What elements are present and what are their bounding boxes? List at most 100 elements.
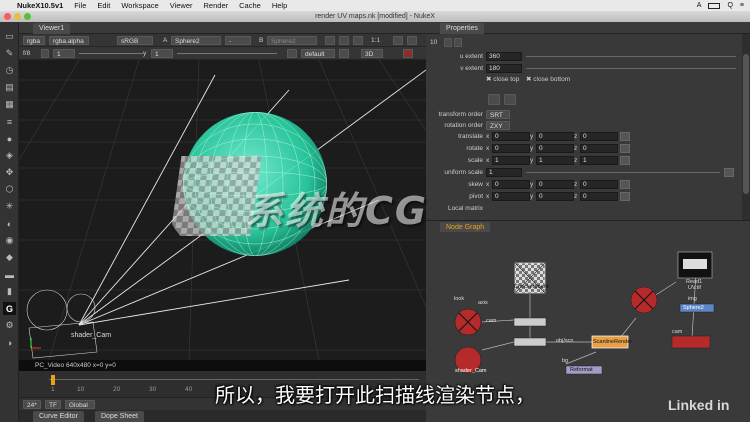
clip-warning-icon[interactable] bbox=[287, 49, 297, 58]
tab-curve-editor[interactable]: Curve Editor bbox=[33, 411, 84, 422]
translate-anim-button[interactable] bbox=[620, 132, 630, 141]
axis-handle-icon[interactable] bbox=[504, 94, 516, 105]
pause-icon[interactable] bbox=[403, 49, 413, 58]
u-extent-slider[interactable] bbox=[526, 56, 736, 57]
particles-tool-icon[interactable]: ✳ bbox=[3, 200, 16, 213]
gain-icon[interactable] bbox=[41, 49, 49, 58]
metadata-tool-icon[interactable]: ◆ bbox=[3, 251, 16, 264]
pivot-x[interactable]: 0 bbox=[492, 192, 530, 201]
gizmo-tool-icon[interactable]: G bbox=[3, 302, 16, 315]
merge-tool-icon[interactable]: ◈ bbox=[3, 149, 16, 162]
gamma-field[interactable]: 1 bbox=[151, 49, 173, 58]
zoom-window-button[interactable] bbox=[24, 13, 31, 20]
status-icon-a[interactable]: A bbox=[697, 2, 702, 9]
fstop-label[interactable]: f/8 bbox=[23, 49, 30, 58]
menu-workspace[interactable]: Workspace bbox=[121, 1, 158, 10]
zoom-level[interactable]: 1:1 bbox=[371, 36, 380, 45]
translate-x[interactable]: 0 bbox=[492, 132, 530, 141]
translate-z[interactable]: 0 bbox=[580, 132, 618, 141]
menu-edit[interactable]: Edit bbox=[97, 1, 110, 10]
scale-z[interactable]: 1 bbox=[580, 156, 618, 165]
close-bottom-checkbox[interactable]: ✖ close bottom bbox=[526, 75, 570, 84]
deep-tool-icon[interactable]: ◐ bbox=[3, 217, 16, 230]
colorspace-dropdown[interactable]: sRGB bbox=[117, 36, 153, 45]
skew-z[interactable]: 0 bbox=[580, 180, 618, 189]
transform-tool-icon[interactable]: ✥ bbox=[3, 166, 16, 179]
b-input-dropdown[interactable]: Sphere2 bbox=[267, 36, 317, 45]
properties-scrollbar[interactable] bbox=[742, 34, 750, 220]
uniform-scale-field[interactable]: 1 bbox=[486, 168, 522, 177]
lock-icon[interactable] bbox=[339, 36, 349, 45]
node-scanline-render-2[interactable] bbox=[671, 335, 711, 349]
skew-anim-button[interactable] bbox=[620, 180, 630, 189]
alpha-dropdown[interactable]: rgba.alpha bbox=[49, 36, 89, 45]
color-tool-icon[interactable]: ▦ bbox=[3, 98, 16, 111]
uniform-scale-slider[interactable] bbox=[526, 172, 720, 173]
other-tool-icon[interactable]: ▮ bbox=[3, 285, 16, 298]
image-tool-icon[interactable]: ▭ bbox=[3, 30, 16, 43]
node-read[interactable] bbox=[677, 251, 713, 279]
proxy-icon[interactable] bbox=[393, 36, 403, 45]
menu-cache[interactable]: Cache bbox=[239, 1, 261, 10]
close-panel-icon[interactable] bbox=[454, 38, 462, 47]
menu-help[interactable]: Help bbox=[272, 1, 287, 10]
camera-lock-icon[interactable] bbox=[339, 49, 349, 58]
transform-handle-icon[interactable] bbox=[488, 94, 500, 105]
wipe-icon[interactable] bbox=[325, 36, 335, 45]
v-extent-field[interactable]: 180 bbox=[486, 64, 522, 73]
views-tool-icon[interactable]: ◉ bbox=[3, 234, 16, 247]
uniform-scale-anim-button[interactable] bbox=[724, 168, 734, 177]
toolsets-tool-icon[interactable]: ▬ bbox=[3, 268, 16, 281]
scale-anim-button[interactable] bbox=[620, 156, 630, 165]
ocula-tool-icon[interactable]: ◑ bbox=[3, 336, 16, 349]
composite-dropdown[interactable]: - bbox=[225, 36, 251, 45]
pivot-anim-button[interactable] bbox=[620, 192, 630, 201]
time-tool-icon[interactable]: ◷ bbox=[3, 64, 16, 77]
tab-properties[interactable]: Properties bbox=[440, 23, 484, 34]
v-extent-slider[interactable] bbox=[526, 68, 736, 69]
keyer-tool-icon[interactable]: ● bbox=[3, 132, 16, 145]
menu-app[interactable]: NukeX10.5v1 bbox=[17, 1, 63, 10]
skew-x[interactable]: 0 bbox=[492, 180, 530, 189]
skew-y[interactable]: 0 bbox=[536, 180, 574, 189]
a-input-dropdown[interactable]: Sphere2 bbox=[171, 36, 221, 45]
properties-count[interactable]: 10 bbox=[430, 38, 437, 47]
draw-tool-icon[interactable]: ✎ bbox=[3, 47, 16, 60]
node-axis-left[interactable] bbox=[454, 308, 482, 336]
rotate-anim-button[interactable] bbox=[620, 144, 630, 153]
translate-y[interactable]: 0 bbox=[536, 132, 574, 141]
status-icon-q[interactable]: Q bbox=[727, 2, 732, 9]
node-axis-right[interactable] bbox=[630, 286, 658, 314]
roi-icon[interactable] bbox=[353, 36, 363, 45]
pivot-z[interactable]: 0 bbox=[580, 192, 618, 201]
rotation-order-dropdown[interactable]: ZXY bbox=[486, 121, 510, 130]
properties-scroll-thumb[interactable] bbox=[743, 54, 749, 194]
gain-field[interactable]: 1 bbox=[53, 49, 75, 58]
scale-x[interactable]: 1 bbox=[492, 156, 530, 165]
downres-icon[interactable] bbox=[407, 36, 417, 45]
close-top-checkbox[interactable]: ✖ close top bbox=[486, 75, 519, 84]
channels-dropdown[interactable]: rgba bbox=[23, 36, 45, 45]
transform-order-dropdown[interactable]: SRT bbox=[486, 110, 510, 119]
filter-tool-icon[interactable]: ≡ bbox=[3, 115, 16, 128]
pivot-y[interactable]: 0 bbox=[536, 192, 574, 201]
close-window-button[interactable] bbox=[4, 13, 11, 20]
scale-y[interactable]: 1 bbox=[536, 156, 574, 165]
gamma-slider[interactable] bbox=[177, 53, 277, 54]
menu-render[interactable]: Render bbox=[204, 1, 229, 10]
row-local-matrix[interactable]: Local matrix bbox=[426, 204, 742, 214]
menu-file[interactable]: File bbox=[74, 1, 86, 10]
gain-slider[interactable] bbox=[79, 53, 143, 54]
menu-viewer[interactable]: Viewer bbox=[170, 1, 193, 10]
3d-tool-icon[interactable]: ⬡ bbox=[3, 183, 16, 196]
view-mode-dropdown[interactable]: 3D bbox=[361, 49, 383, 58]
tab-viewer1[interactable]: Viewer1 bbox=[33, 23, 71, 34]
lock-panel-icon[interactable] bbox=[444, 38, 452, 47]
camera-dropdown[interactable]: default bbox=[301, 49, 335, 58]
tab-dope-sheet[interactable]: Dope Sheet bbox=[95, 411, 144, 422]
rotate-z[interactable]: 0 bbox=[580, 144, 618, 153]
u-extent-field[interactable]: 360 bbox=[486, 52, 522, 61]
channel-tool-icon[interactable]: ▤ bbox=[3, 81, 16, 94]
rotate-y[interactable]: 0 bbox=[536, 144, 574, 153]
list-icon[interactable]: ≡ bbox=[740, 2, 744, 9]
